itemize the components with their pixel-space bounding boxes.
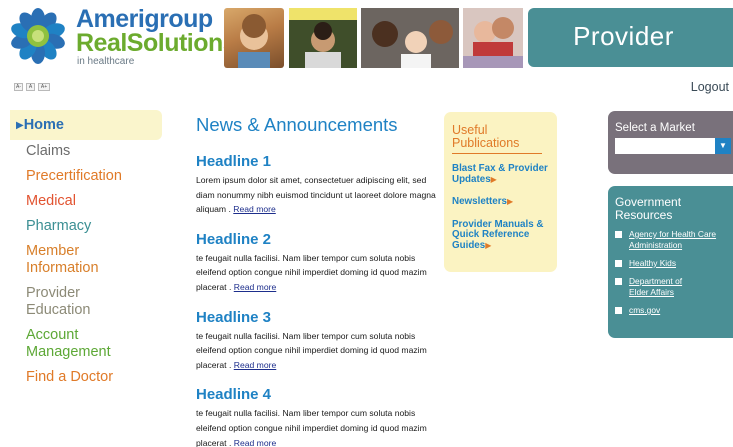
publication-link-label: Newsletters	[452, 196, 507, 207]
gov-link-label: cms.gov	[629, 305, 661, 315]
nav-item-medical[interactable]: Medical	[10, 193, 162, 210]
photo-tab-purple	[463, 56, 523, 68]
publication-link-provider-manuals[interactable]: Provider Manuals & Quick Reference Guide…	[452, 218, 549, 252]
gov-link-healthy-kids[interactable]: Healthy Kids	[615, 258, 733, 269]
child-photo-icon	[238, 14, 270, 68]
gov-link-label: Agency for Health Care Administration	[629, 229, 717, 250]
provider-banner-label: Provider	[573, 21, 674, 51]
font-size-normal-button[interactable]: A	[26, 83, 35, 91]
bullet-square-icon	[615, 307, 622, 314]
news-body-text: Lorem ipsum dolor sit amet, consectetuer…	[196, 175, 436, 215]
nav-item-provider-education[interactable]: Provider Education	[10, 285, 120, 319]
font-size-controls: A- A A+	[14, 83, 50, 91]
header-photo-family	[361, 8, 459, 68]
gov-link-label: Healthy Kids	[629, 258, 677, 268]
market-select[interactable]: ▼	[615, 138, 731, 154]
header-photo-boy	[289, 8, 357, 68]
publication-link-label: Provider Manuals & Quick Reference Guide…	[452, 218, 544, 251]
news-headline[interactable]: Headline 1	[196, 153, 436, 170]
nav-item-account-management[interactable]: Account Management	[10, 327, 130, 361]
news-body: te feugait nulla facilisi. Nam liber tem…	[196, 329, 436, 373]
photo-tab-yellow	[289, 8, 357, 20]
publication-link-blast-fax[interactable]: Blast Fax & Provider Updates▶	[452, 163, 549, 185]
chevron-right-icon: ▶	[507, 197, 514, 206]
gov-link-label: Department of Elder Affairs	[629, 276, 683, 297]
select-market-title: Select a Market	[615, 122, 695, 134]
bullet-square-icon	[615, 231, 622, 238]
brand-logo[interactable]: Amerigroup RealSolutions® in healthcare	[6, 6, 255, 67]
bullet-square-icon	[615, 260, 622, 267]
news-title: News & Announcements	[196, 114, 398, 135]
amerigroup-starburst-logo-icon	[11, 8, 65, 64]
nav-item-precertification[interactable]: Precertification	[10, 168, 162, 185]
nav-item-claims[interactable]: Claims	[10, 143, 162, 160]
read-more-link[interactable]: Read more	[234, 282, 277, 292]
font-size-increase-button[interactable]: A+	[38, 83, 50, 91]
gov-link-elder-affairs[interactable]: Department of Elder Affairs	[615, 276, 733, 298]
read-more-link[interactable]: Read more	[234, 360, 277, 370]
news-body-text: te feugait nulla facilisi. Nam liber tem…	[196, 330, 427, 370]
news-body: te feugait nulla facilisi. Nam liber tem…	[196, 406, 436, 447]
select-market-panel: Select a Market ▼	[608, 111, 733, 174]
brand-name-line2-text: RealSolutions	[76, 29, 237, 57]
publications-title: Useful Publications	[452, 124, 542, 154]
nav-item-label: Home	[23, 117, 64, 133]
bullet-square-icon	[615, 278, 622, 285]
left-nav: ▶Home Claims Precertification Medical Ph…	[10, 110, 162, 394]
nav-item-home[interactable]: ▶Home	[10, 110, 162, 140]
publication-link-newsletters[interactable]: Newsletters▶	[452, 196, 549, 208]
news-headline[interactable]: Headline 4	[196, 386, 436, 403]
family-photo-icon	[361, 8, 459, 68]
news-section: News & Announcements Headline 1 Lorem ip…	[196, 114, 436, 447]
read-more-link[interactable]: Read more	[233, 204, 276, 214]
news-body-text: te feugait nulla facilisi. Nam liber tem…	[196, 252, 427, 292]
gov-link-cms[interactable]: cms.gov	[615, 305, 733, 316]
mother-photo-icon	[463, 8, 523, 56]
chevron-right-icon: ▶	[490, 174, 497, 184]
publication-link-label: Blast Fax & Provider Updates	[452, 163, 548, 185]
dropdown-arrow-icon[interactable]: ▼	[715, 138, 731, 154]
news-body: te feugait nulla facilisi. Nam liber tem…	[196, 251, 436, 295]
gov-link-ahca[interactable]: Agency for Health Care Administration	[615, 229, 733, 251]
nav-item-pharmacy[interactable]: Pharmacy	[10, 218, 162, 235]
logout-link[interactable]: Logout	[691, 80, 729, 94]
brand-tagline: in healthcare	[77, 56, 135, 67]
header-photo-child	[224, 8, 284, 68]
nav-item-find-a-doctor[interactable]: Find a Doctor	[10, 369, 162, 386]
news-headline[interactable]: Headline 3	[196, 309, 436, 326]
useful-publications-panel: Useful Publications Blast Fax & Provider…	[444, 112, 557, 272]
government-resources-title: Government Resources	[615, 195, 682, 222]
nav-item-member-information[interactable]: Member Information	[10, 243, 120, 277]
font-size-decrease-button[interactable]: A-	[14, 83, 23, 91]
chevron-right-icon: ▶	[485, 240, 492, 250]
government-resources-panel: Government Resources Agency for Health C…	[608, 186, 733, 338]
read-more-link[interactable]: Read more	[234, 438, 277, 447]
nav-arrow-icon: ▶	[16, 120, 24, 131]
news-body: Lorem ipsum dolor sit amet, consectetuer…	[196, 173, 436, 217]
header-photo-mother	[463, 8, 523, 68]
provider-banner: Provider	[528, 8, 733, 67]
news-headline[interactable]: Headline 2	[196, 231, 436, 248]
news-body-text: te feugait nulla facilisi. Nam liber tem…	[196, 408, 427, 447]
